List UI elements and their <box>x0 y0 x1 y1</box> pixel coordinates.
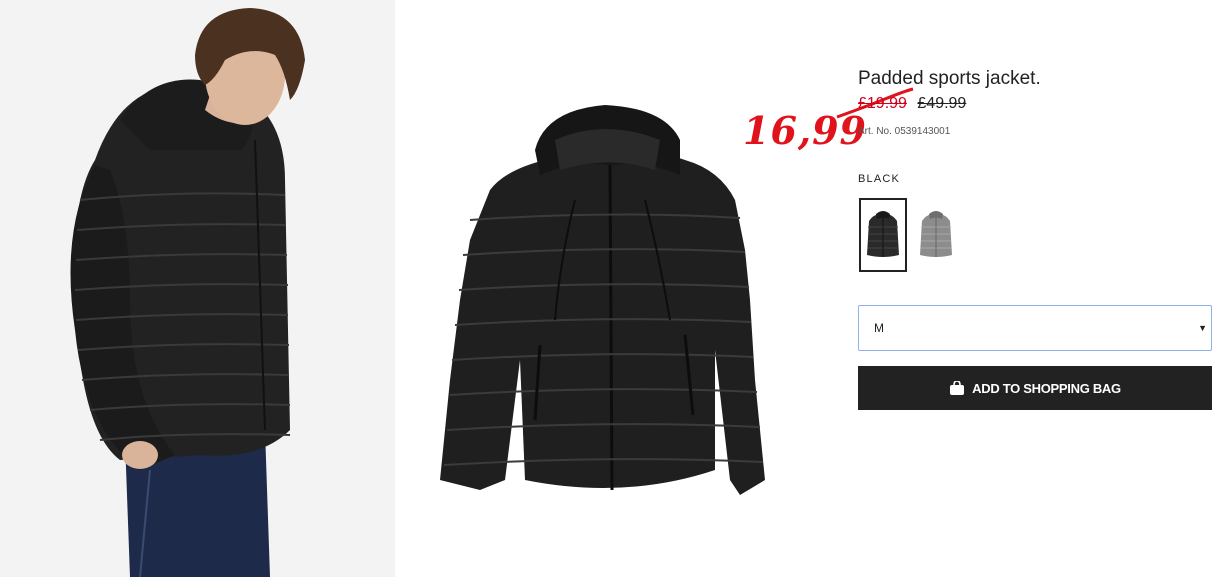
add-to-bag-button[interactable]: ADD TO SHOPPING BAG <box>858 366 1212 410</box>
color-swatch-grey[interactable] <box>912 198 960 272</box>
product-title: Padded sports jacket. <box>858 68 1041 89</box>
color-swatch-black[interactable] <box>859 198 907 272</box>
model-photo <box>0 0 395 577</box>
shopping-bag-icon <box>950 381 965 395</box>
black-jacket-thumbnail <box>867 211 899 257</box>
chevron-down-icon: ▼ <box>1198 323 1207 333</box>
product-photo <box>395 0 840 577</box>
selected-color-label: BLACK <box>858 173 901 185</box>
article-number: Art. No. 0539143001 <box>858 126 951 137</box>
price-row: £19.99 £49.99 <box>858 95 966 113</box>
original-price: £49.99 <box>917 95 967 112</box>
model-illustration <box>0 0 395 577</box>
handwritten-price-annotation: 16,99 <box>743 108 867 153</box>
size-select-value: M <box>874 321 884 335</box>
grey-jacket-thumbnail <box>920 211 952 257</box>
add-to-bag-label: ADD TO SHOPPING BAG <box>972 380 1121 396</box>
sale-price: £19.99 <box>858 95 907 112</box>
product-info-panel: Padded sports jacket. £19.99 £49.99 Art.… <box>858 0 1212 577</box>
jacket-illustration <box>440 105 765 495</box>
size-select[interactable]: M ▼ <box>858 305 1212 351</box>
